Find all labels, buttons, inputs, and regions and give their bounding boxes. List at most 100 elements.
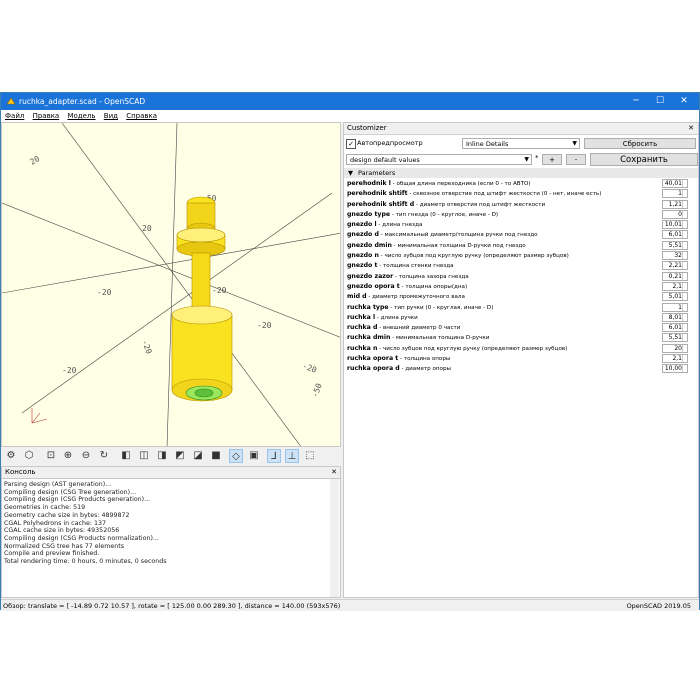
menu-file[interactable]: Файл (5, 110, 24, 122)
axis-tick-label: 20 (29, 154, 42, 167)
show-scale-icon[interactable]: ⊥ (285, 449, 299, 463)
parameter-value-spinbox[interactable]: 6,01 (662, 230, 688, 240)
spin-arrows-icon[interactable] (682, 180, 687, 187)
close-customizer-icon[interactable]: ✕ (688, 124, 694, 132)
spin-arrows-icon[interactable] (682, 190, 687, 198)
preset-select[interactable]: design default values ▼ (346, 154, 532, 165)
render-icon[interactable]: ⚙ (4, 449, 18, 463)
spin-arrows-icon[interactable] (682, 282, 687, 290)
spin-arrows-icon[interactable] (682, 231, 687, 239)
spin-arrows-icon[interactable] (682, 200, 687, 208)
view-top-icon[interactable]: ◫ (137, 449, 151, 463)
parameter-value-spinbox[interactable]: 6,01 (662, 323, 688, 333)
close-window-button[interactable]: ✕ (673, 95, 695, 108)
parameter-value-spinbox[interactable]: 5,01 (662, 292, 688, 302)
reset-view-icon[interactable]: ↻ (97, 449, 111, 463)
autopreview-checkbox[interactable]: ✓ (346, 139, 356, 149)
spin-arrows-icon[interactable] (682, 365, 687, 373)
parameter-value: 2,21 (668, 262, 682, 270)
parameter-label: gnezdo d - максимальный диаметр/толщина … (347, 231, 538, 238)
orthogonal-icon[interactable]: ▣ (247, 449, 261, 463)
title-bar: ruchka_adapter.scad - OpenSCAD ─ ☐ ✕ (1, 93, 699, 110)
perspective-icon[interactable]: ◇ (229, 449, 243, 463)
remove-preset-button[interactable]: - (566, 154, 586, 165)
spin-arrows-icon[interactable] (682, 293, 687, 301)
view-right-icon[interactable]: ◧ (119, 449, 133, 463)
parameters-group-header[interactable]: ▼ Parameters (344, 168, 698, 178)
parameter-description: - число зубцов под круглую ручку (опреде… (378, 253, 569, 260)
spin-arrows-icon[interactable] (682, 210, 687, 218)
3d-viewport[interactable]: 20 20 -20 -20 -20 -20 -20 -20 -50 -50 (1, 122, 341, 447)
parameter-name: gnezdo t (347, 262, 378, 270)
show-axes-icon[interactable]: ⅃ (267, 449, 281, 463)
parameter-description: - диаметр промежуточного вала (366, 294, 465, 301)
spin-arrows-icon[interactable] (682, 241, 687, 249)
close-console-icon[interactable]: ✕ (331, 468, 337, 476)
spin-arrows-icon[interactable] (682, 303, 687, 311)
add-preset-button[interactable]: + (542, 154, 562, 165)
parameter-description: - толщина опоры (398, 356, 451, 363)
axis-tick-label: 20 (142, 224, 152, 233)
view-left-icon[interactable]: ◩ (173, 449, 187, 463)
axis-line-w (2, 233, 340, 294)
view-all-icon[interactable]: ⊡ (44, 449, 58, 463)
spin-arrows-icon[interactable] (682, 344, 687, 352)
spin-arrows-icon[interactable] (682, 221, 687, 229)
parameter-value-spinbox[interactable]: 10,01 (662, 220, 688, 230)
parameter-value-spinbox[interactable]: 2,1 (662, 281, 688, 291)
parameter-name: ruchka n (347, 344, 378, 352)
parameter-value-spinbox[interactable]: 1 (662, 302, 688, 312)
parameter-value-spinbox[interactable]: 1,21 (662, 199, 688, 209)
view-front-icon[interactable]: ◪ (191, 449, 205, 463)
parameter-value-spinbox[interactable]: 20 (662, 343, 688, 353)
parameter-value-spinbox[interactable]: 0 (662, 209, 688, 219)
parameter-value-spinbox[interactable]: 5,51 (662, 240, 688, 250)
spin-arrows-icon[interactable] (682, 272, 687, 280)
parameter-label: ruchka dmin - минимальная толщина D-ручк… (347, 334, 489, 341)
view-bottom-icon[interactable]: ◨ (155, 449, 169, 463)
parameter-label: gnezdo l - длина гнезда (347, 221, 422, 228)
parameter-row: gnezdo opora t - толщина опоры(дна) 2,1 (346, 281, 698, 292)
details-select[interactable]: Inline Details ▼ (462, 138, 580, 149)
parameter-name: gnezdo l (347, 221, 377, 229)
spin-arrows-icon[interactable] (682, 334, 687, 342)
view-back-icon[interactable]: ■ (209, 449, 223, 463)
parameter-name: ruchka dmin (347, 334, 391, 342)
parameter-value-spinbox[interactable]: 2,1 (662, 354, 688, 364)
minimize-button[interactable]: ─ (625, 95, 647, 108)
menu-design[interactable]: Модель (67, 110, 95, 122)
zoom-out-icon[interactable]: ⊖ (79, 449, 93, 463)
spin-arrows-icon[interactable] (682, 252, 687, 260)
parameter-value-spinbox[interactable]: 8,01 (662, 312, 688, 322)
menu-help[interactable]: Справка (126, 110, 157, 122)
console-scrollbar[interactable] (330, 479, 339, 597)
parameter-value-spinbox[interactable]: 32 (662, 251, 688, 261)
openscad-app-icon (6, 97, 16, 105)
spin-arrows-icon[interactable] (682, 262, 687, 270)
parameter-value-spinbox[interactable]: 1 (662, 189, 688, 199)
parameter-name: mid d (347, 293, 367, 301)
parameter-row: perehodnik shtift d - диаметр отверстия … (346, 199, 698, 210)
spin-arrows-icon[interactable] (682, 355, 687, 363)
preset-select-value: design default values (350, 156, 420, 164)
parameter-value-spinbox[interactable]: 5,51 (662, 333, 688, 343)
parameter-row: perehodnik l - общая длина переходника (… (346, 179, 698, 189)
zoom-in-icon[interactable]: ⊕ (61, 449, 75, 463)
parameter-value-spinbox[interactable]: 0,21 (662, 271, 688, 281)
menu-view[interactable]: Вид (104, 110, 118, 122)
parameter-value-spinbox[interactable]: 2,21 (662, 261, 688, 271)
parameter-description: - максимальный диаметр/толщина ручки под… (378, 232, 538, 239)
save-preset-button[interactable]: Сохранить предустановку (590, 153, 698, 177)
preview-3d-icon[interactable]: ⬡ (22, 449, 36, 463)
spin-arrows-icon[interactable] (682, 324, 687, 332)
maximize-button[interactable]: ☐ (649, 95, 671, 108)
show-edges-icon[interactable]: ⬚ (303, 449, 317, 463)
parameter-value: 6,01 (668, 324, 682, 332)
parameter-description: - диаметр отверстия под штифт жесткости (414, 201, 546, 208)
menu-edit[interactable]: Правка (33, 110, 60, 122)
parameter-value-spinbox[interactable]: 10,00 (662, 364, 688, 374)
reset-button[interactable]: Сбросить (584, 138, 696, 149)
spin-arrows-icon[interactable] (682, 313, 687, 321)
parameter-value-spinbox[interactable]: 40,01 (662, 179, 688, 188)
axis-tick-label: -20 (140, 339, 153, 356)
